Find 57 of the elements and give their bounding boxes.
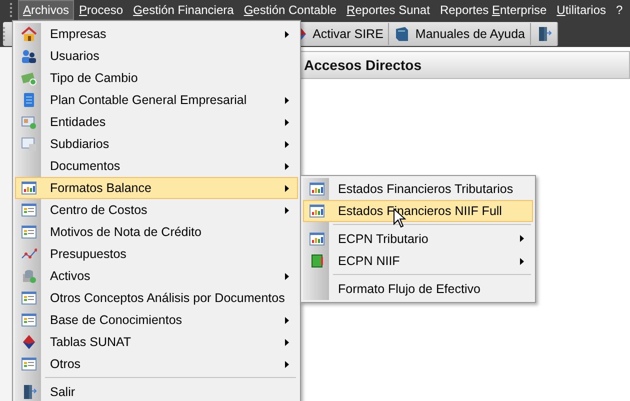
users-icon [21,48,37,64]
menu-item[interactable]: Otros [15,353,298,375]
book-icon [394,26,410,42]
menu-item[interactable]: Subdiarios [15,133,298,155]
exit-door-icon [21,384,37,400]
submenu-arrow-icon [520,258,524,264]
book-icon [309,253,325,269]
submenu-arrow-icon [285,162,289,170]
menu-item[interactable]: Presupuestos [15,243,298,265]
chart-window-icon [21,180,37,196]
submenu-arrow-icon [285,140,289,148]
chart-window-icon [309,230,325,246]
menu-bar-item[interactable]: Archivos [18,0,74,20]
submenu-arrow-icon [285,206,289,214]
house-icon [21,26,37,42]
submenu-arrow-icon [285,338,289,346]
submenu-arrow-icon [285,272,289,280]
money-icon [21,70,37,86]
list-window-icon [21,356,37,372]
menu-bar-item[interactable]: Reportes Sunat [342,0,435,20]
chart-window-icon [309,203,325,219]
menu-item[interactable]: Estados Financieros Tributarios [303,178,533,200]
menu-item[interactable]: ECPN NIIF [303,250,533,272]
menu-item[interactable]: Centro de Costos [15,199,298,221]
list-window-icon [21,202,37,218]
list-window-icon [21,290,37,306]
toolbar-button[interactable]: Manuales de Ayuda [389,22,531,44]
window-icon [21,136,37,152]
submenu-arrow-icon [285,360,289,368]
menu-bar-item[interactable]: Reportes Enterprise [434,0,552,20]
submenu-arrow-icon [285,184,289,192]
menu-item[interactable]: Formatos Balance [15,177,298,199]
menu-item[interactable]: Base de Conocimientos [15,309,298,331]
menu-item[interactable]: Documentos [15,155,298,177]
menu-bar-item[interactable]: Gestión Contable [238,0,342,20]
document-icon [21,92,37,108]
menu-item[interactable]: Otros Conceptos Análisis por Documentos [15,287,298,309]
menu-item[interactable]: Tablas SUNAT [15,331,298,353]
submenu-arrow-icon [285,96,289,104]
contact-card-icon [21,114,37,130]
database-icon [21,268,37,284]
list-window-icon [21,312,37,328]
menu-item[interactable]: Motivos de Nota de Crédito [15,221,298,243]
list-window-icon [21,224,37,240]
chart-window-icon [309,181,325,197]
menu-bar-item[interactable]: Gestión Financiera [128,0,239,20]
menu-item[interactable]: Activos [15,265,298,287]
menu-bar-item[interactable]: ? [611,0,628,20]
menu-bar-item[interactable]: Utilitarios [552,0,612,20]
submenu-arrow-icon [520,235,524,242]
menu-bar-item[interactable]: Proceso [74,0,128,20]
submenu-arrow-icon [285,30,289,38]
menu-item[interactable]: Entidades [15,111,298,133]
submenu-arrow-icon [285,316,289,324]
exit-door-icon [536,26,552,42]
menu-item[interactable]: Plan Contable General Empresarial [15,89,298,111]
submenu-arrow-icon [285,118,289,126]
